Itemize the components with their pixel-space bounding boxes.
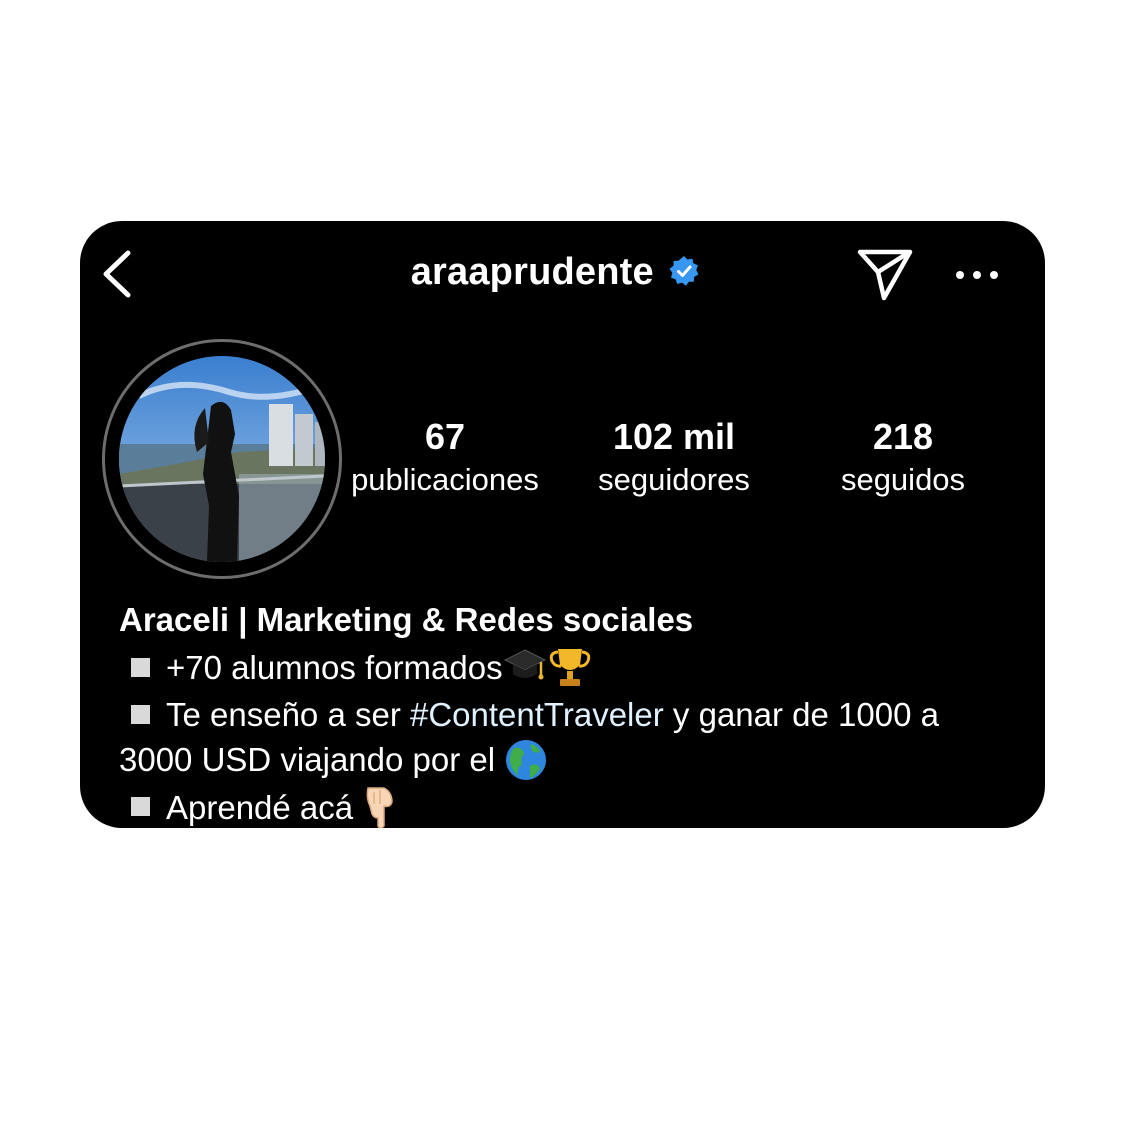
posts-count: 67 [424, 416, 466, 457]
bio-display-name: Araceli | Marketing & Redes sociales [119, 601, 694, 638]
following-label: seguidos [840, 462, 966, 497]
bio-line-1-text: +70 alumnos formados [166, 649, 503, 686]
followers-label: seguidores [598, 462, 750, 497]
more-icon[interactable] [954, 263, 1000, 287]
bio-line-2-pre: Te enseño a ser [166, 696, 410, 734]
trophy-emoji [549, 649, 590, 687]
send-icon[interactable] [856, 246, 914, 302]
globe-emoji [506, 739, 547, 780]
followers-count: 102 mil [612, 416, 736, 457]
following-count: 218 [872, 416, 934, 457]
profile-card: araaprudente 67 publicaciones 102 mil se… [80, 221, 1045, 828]
bullet-square-icon [131, 657, 150, 677]
bio-line-2: Te enseño a ser #ContentTraveler y ganar… [119, 692, 1019, 737]
stat-posts[interactable]: 67 publicaciones [330, 417, 560, 499]
graduation-cap-emoji [503, 649, 546, 680]
stat-following[interactable]: 218 seguidos [788, 417, 1018, 499]
hashtag-link[interactable]: #ContentTraveler [410, 696, 664, 733]
verified-badge-icon [669, 255, 699, 286]
bullet-square-icon [131, 797, 150, 817]
bio-line-4-text: Aprendé acá [166, 788, 363, 826]
bio-line-2-post: y ganar de 1000 a [663, 696, 939, 734]
profile-username: araaprudente [410, 251, 654, 293]
bio-line-3-text: 3000 USD viajando por el [119, 741, 505, 779]
bio-line-4: Aprendé acá [119, 785, 1019, 828]
avatar-photo [119, 356, 325, 562]
posts-label: publicaciones [351, 462, 539, 497]
bullet-square-icon [131, 705, 150, 725]
profile-bio: Araceli | Marketing & Redes sociales +70… [119, 597, 1019, 828]
bio-line-1: +70 alumnos formados [119, 645, 1019, 692]
pointing-down-emoji [366, 787, 394, 828]
profile-avatar[interactable] [102, 339, 342, 579]
stat-followers[interactable]: 102 mil seguidores [559, 417, 789, 499]
bio-line-3: 3000 USD viajando por el [119, 737, 1019, 784]
